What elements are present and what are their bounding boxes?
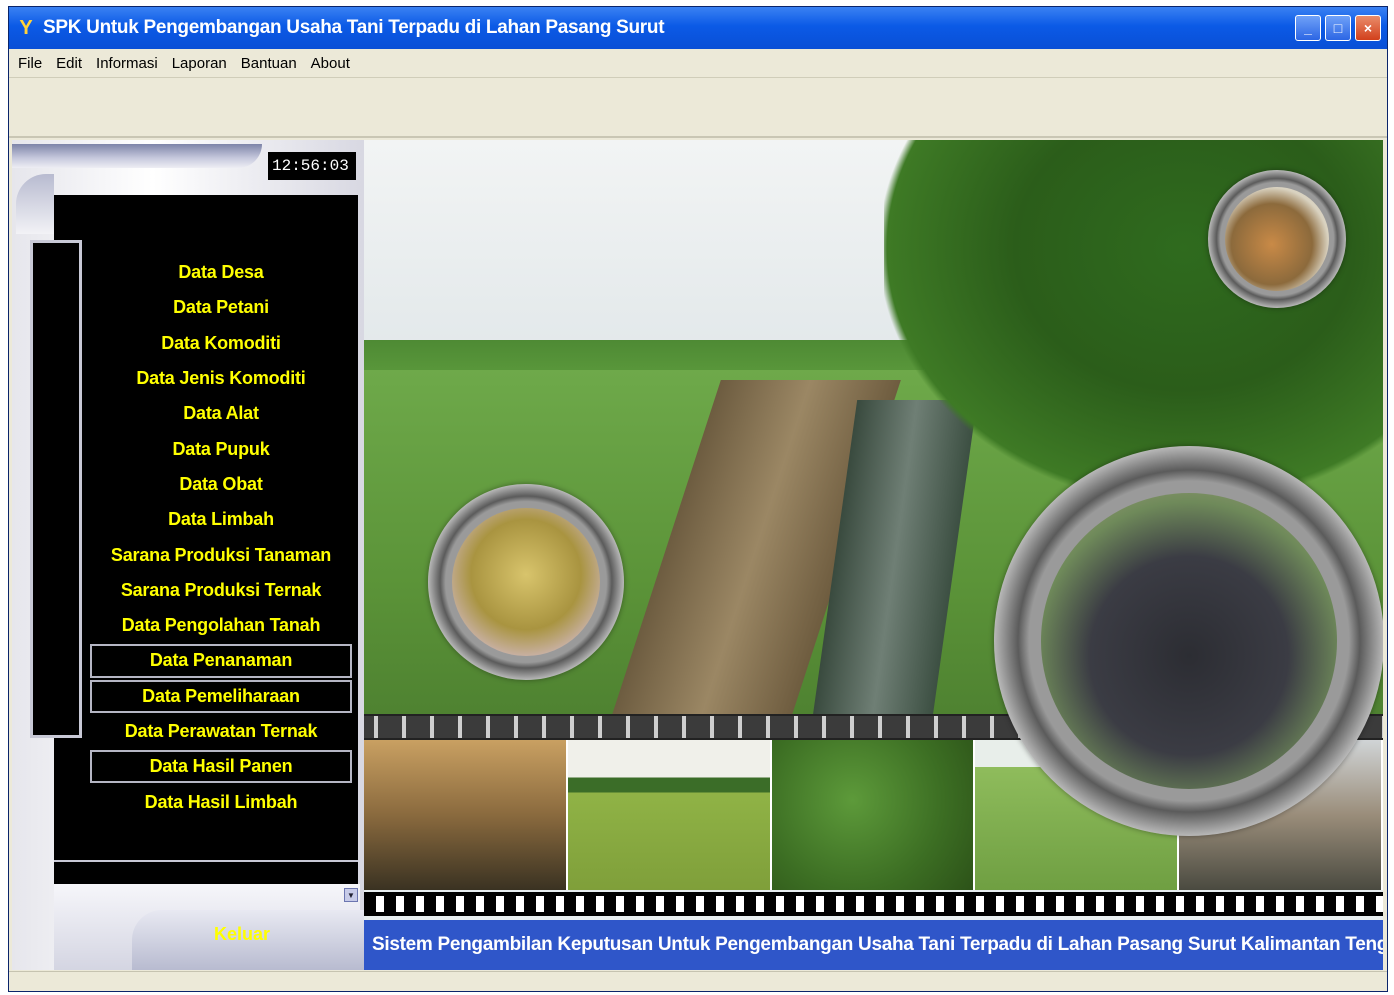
panel-header-bar [12,144,262,168]
window-controls: _ □ × [1295,15,1381,41]
straw-photo-image [451,507,601,657]
menu-edit[interactable]: Edit [49,55,89,72]
nav-data-alat[interactable]: Data Alat [90,396,352,431]
navigation-panel: 12:56:03 Data Desa Data Petani Data Komo… [12,140,364,970]
clock-display: 12:56:03 [268,152,356,180]
nav-data-perawatan-ternak[interactable]: Data Perawatan Ternak [90,714,352,749]
window-status-bar [9,971,1387,991]
exit-button[interactable]: Keluar [162,920,322,948]
nav-data-komoditi[interactable]: Data Komoditi [90,326,352,361]
panel-decoration [16,174,54,234]
title-bar[interactable]: Y SPK Untuk Pengembangan Usaha Tani Terp… [9,7,1387,49]
menu-informasi[interactable]: Informasi [89,55,165,72]
nav-data-limbah[interactable]: Data Limbah [90,502,352,537]
thumbnail-plants [771,740,976,890]
close-button[interactable]: × [1355,15,1381,41]
toolbar-area [9,78,1387,138]
nav-sarana-produksi-ternak[interactable]: Sarana Produksi Ternak [90,573,352,608]
nav-sarana-produksi-tanaman[interactable]: Sarana Produksi Tanaman [90,537,352,572]
nav-data-penanaman[interactable]: Data Penanaman [90,644,352,678]
nav-data-jenis-komoditi[interactable]: Data Jenis Komoditi [90,361,352,396]
cattle-photo-large-image [1040,492,1338,790]
client-area: 12:56:03 Data Desa Data Petani Data Komo… [12,140,1383,970]
banner-collage: Sistem Pengambilan Keputusan Untuk Penge… [364,140,1383,970]
menu-laporan[interactable]: Laporan [165,55,234,72]
nav-data-pemeliharaan[interactable]: Data Pemeliharaan [90,679,352,713]
cattle-photo-small-image [1224,186,1330,292]
straw-photo [428,484,624,680]
cattle-photo-large [994,446,1383,836]
app-logo-icon: Y [19,16,33,39]
nav-data-hasil-limbah[interactable]: Data Hasil Limbah [90,784,352,819]
marquee-status: Sistem Pengambilan Keputusan Untuk Penge… [364,920,1383,970]
maximize-button[interactable]: □ [1325,15,1351,41]
nav-data-desa[interactable]: Data Desa [90,255,352,290]
minimize-button[interactable]: _ [1295,15,1321,41]
filmstrip-bottom [364,892,1383,916]
nav-data-petani[interactable]: Data Petani [90,290,352,325]
nav-data-pupuk[interactable]: Data Pupuk [90,431,352,466]
nav-side-strip [30,240,82,738]
nav-data-pengolahan-tanah[interactable]: Data Pengolahan Tanah [90,608,352,643]
app-window: Y SPK Untuk Pengembangan Usaha Tani Terp… [8,6,1388,992]
scroll-down-icon[interactable]: ▼ [344,888,358,902]
nav-menu: Data Desa Data Petani Data Komoditi Data… [90,255,352,820]
menu-bantuan[interactable]: Bantuan [234,55,304,72]
menu-about[interactable]: About [304,55,357,72]
nav-scrollbar[interactable] [54,860,358,886]
thumbnail-rice-field [567,740,772,890]
menu-bar: File Edit Informasi Laporan Bantuan Abou… [9,49,1387,78]
window-title: SPK Untuk Pengembangan Usaha Tani Terpad… [43,17,665,38]
cattle-photo-small [1208,170,1346,308]
nav-data-hasil-panen[interactable]: Data Hasil Panen [90,750,352,784]
nav-data-obat[interactable]: Data Obat [90,467,352,502]
menu-file[interactable]: File [9,55,49,72]
thumbnail-cow-pen [364,740,568,890]
